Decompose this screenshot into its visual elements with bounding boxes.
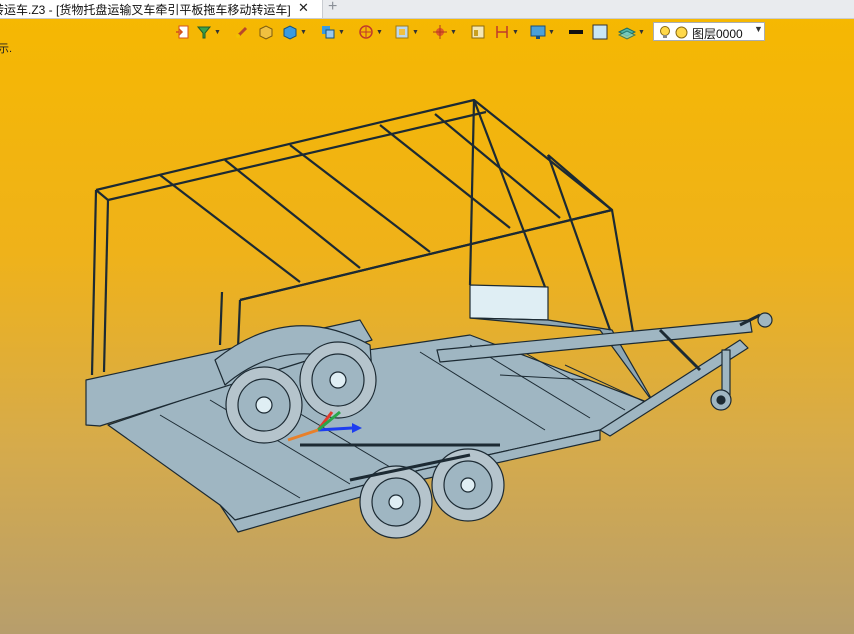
cage-top-rail-back [95, 110, 487, 202]
cage-top-rail-front [95, 98, 614, 302]
lightbulb-icon[interactable] [658, 25, 672, 39]
fill-color-icon[interactable] [592, 22, 608, 42]
viewport-hint-text: 示. [0, 43, 13, 55]
layer-stack-icon[interactable]: ▼ [618, 22, 645, 42]
chevron-down-icon[interactable]: ▼ [338, 29, 345, 36]
orbit-icon[interactable]: ▼ [358, 22, 383, 42]
chevron-down-icon[interactable]: ▼ [512, 29, 519, 36]
chevron-down-icon[interactable]: ▼ [214, 29, 221, 36]
render-mode-icon[interactable]: ▼ [282, 22, 307, 42]
view-cube-icon[interactable]: ▼ [320, 22, 345, 42]
layer-dropdown[interactable]: 图层0000 ▼ [653, 22, 765, 41]
3d-viewport[interactable]: 示. [0, 0, 854, 634]
chevron-down-icon[interactable]: ▼ [754, 24, 763, 34]
chevron-down-icon[interactable]: ▼ [412, 29, 419, 36]
view-toolbar: ▼ ▼ ▼ ▼ ▼ ▼ ▼ ▼ ▼ [172, 22, 652, 42]
sheet-icon[interactable] [470, 22, 486, 42]
document-tab[interactable]: 转运车.Z3 - [货物托盘运输叉车牵引平板拖车移动转运车] ✕ [0, 0, 323, 18]
close-tab-icon[interactable]: ✕ [298, 0, 309, 16]
chevron-down-icon[interactable]: ▼ [376, 29, 383, 36]
pick-icon[interactable] [234, 22, 250, 42]
jockey-stand [721, 349, 731, 396]
new-tab-icon[interactable]: + [328, 0, 337, 16]
layer-name: 图层0000 [692, 27, 743, 41]
document-tab-title: 转运车.Z3 - [货物托盘运输叉车牵引平板拖车移动转运车] [0, 3, 291, 17]
trailer-rear-box [469, 284, 549, 321]
dimension-icon[interactable]: ▼ [494, 22, 519, 42]
document-tab-bar: 转运车.Z3 - [货物托盘运输叉车牵引平板拖车移动转运车] ✕ + [0, 0, 854, 19]
chevron-down-icon[interactable]: ▼ [300, 29, 307, 36]
line-style-icon[interactable] [568, 22, 584, 42]
layer-color-dot-icon[interactable] [675, 26, 688, 39]
snap-icon[interactable]: ▼ [432, 22, 457, 42]
display-icon[interactable]: ▼ [530, 22, 555, 42]
exit-icon[interactable] [174, 22, 190, 42]
hitch-coupler [757, 312, 773, 328]
shade-box-icon[interactable] [258, 22, 274, 42]
frame-icon[interactable]: ▼ [394, 22, 419, 42]
filter-icon[interactable]: ▼ [196, 22, 221, 42]
chevron-down-icon[interactable]: ▼ [548, 29, 555, 36]
chevron-down-icon[interactable]: ▼ [638, 29, 645, 36]
trailer-model[interactable] [0, 0, 854, 634]
chevron-down-icon[interactable]: ▼ [450, 29, 457, 36]
